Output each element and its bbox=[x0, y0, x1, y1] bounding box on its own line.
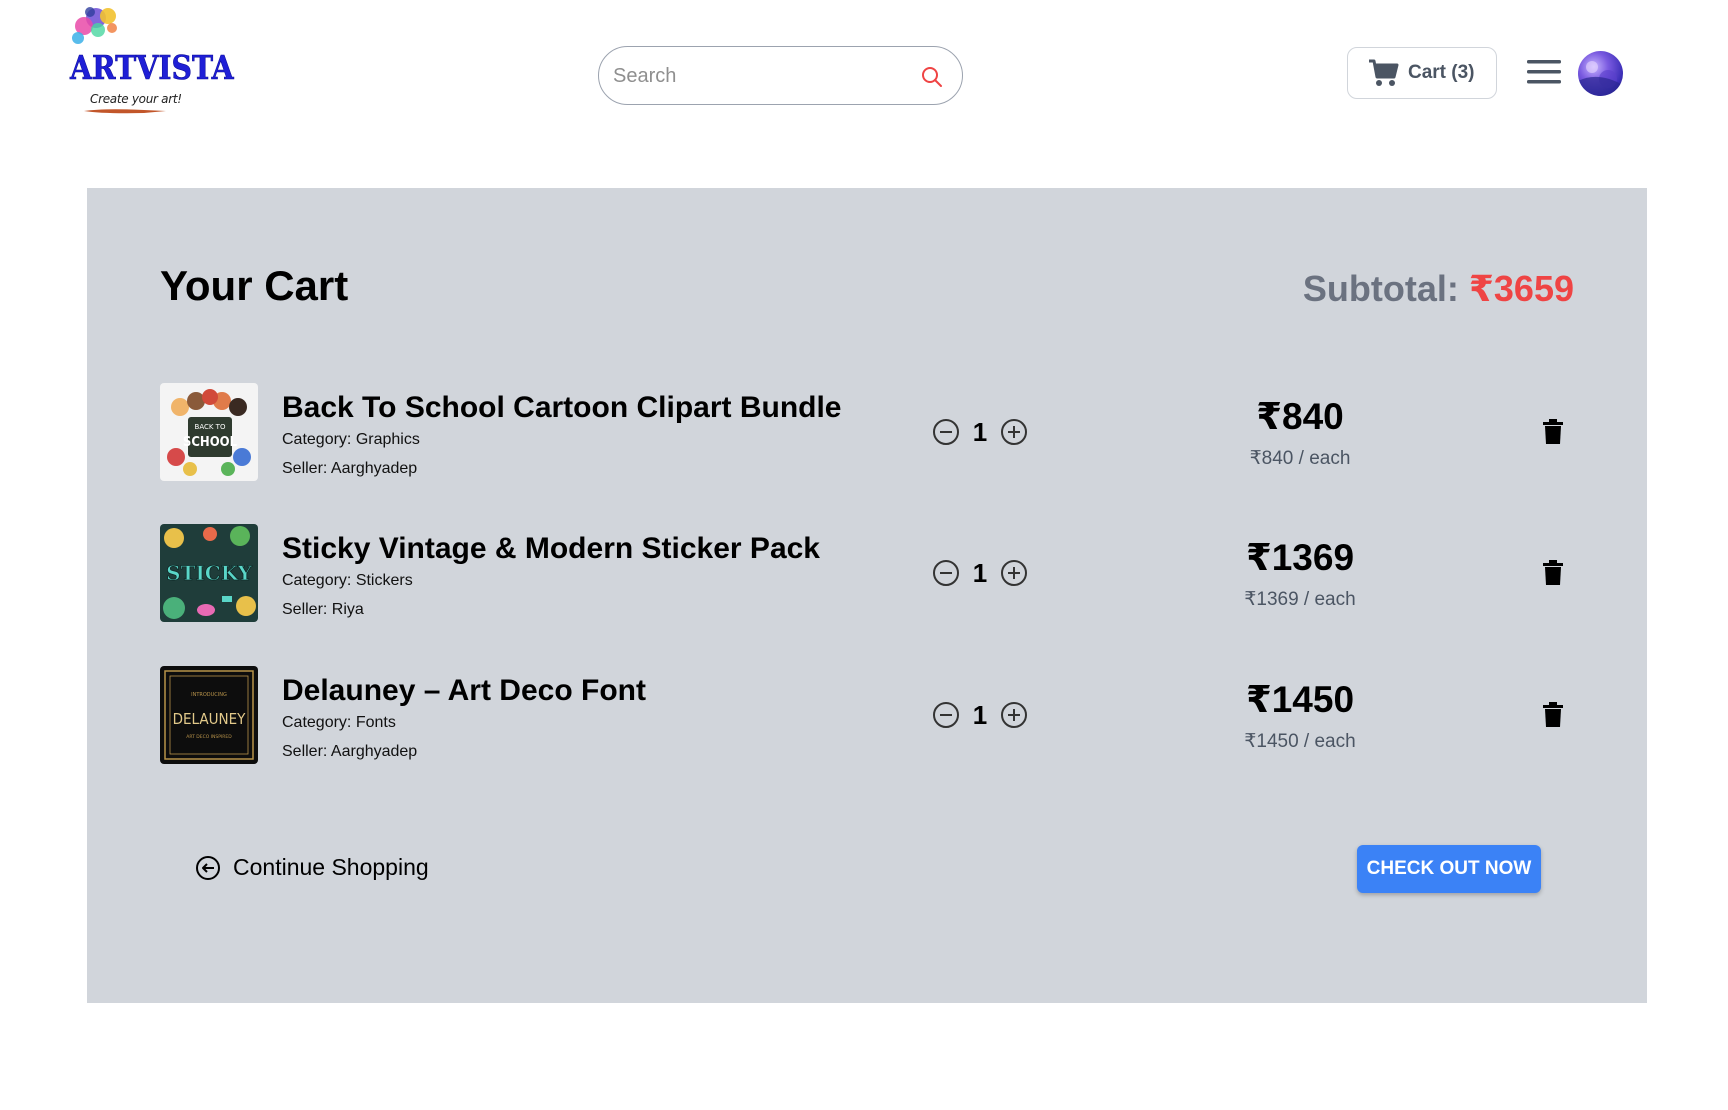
brand-tagline: Create your art! bbox=[90, 92, 182, 106]
minus-circle-icon[interactable] bbox=[932, 418, 960, 446]
quantity-value: 1 bbox=[972, 699, 988, 730]
plus-circle-icon[interactable] bbox=[1000, 701, 1028, 729]
quantity-value: 1 bbox=[972, 416, 988, 447]
site-header: ARTVISTA Create your art! Cart (3) bbox=[0, 0, 1728, 130]
minus-circle-icon[interactable] bbox=[932, 559, 960, 587]
item-price: ₹1450 bbox=[1245, 679, 1355, 720]
arrow-left-circle-icon bbox=[196, 855, 220, 880]
product-name[interactable]: Sticky Vintage & Modern Sticker Pack bbox=[282, 532, 820, 566]
page-title: Your Cart bbox=[160, 262, 349, 309]
quantity-value: 1 bbox=[972, 557, 988, 588]
minus-circle-icon[interactable] bbox=[932, 701, 960, 729]
checkout-button[interactable]: CHECK OUT NOW bbox=[1357, 845, 1541, 893]
thumb-text-delauney: DELAUNEY bbox=[173, 710, 247, 728]
cart-panel: Your Cart Subtotal: ₹3659 BACK TO SCHOOL… bbox=[87, 188, 1647, 1003]
thumb-text-sub: ART DECO INSPIRED bbox=[186, 734, 232, 740]
item-price: ₹1369 bbox=[1245, 537, 1355, 578]
item-price-each: ₹1369 / each bbox=[1244, 589, 1356, 610]
search-icon[interactable] bbox=[920, 65, 944, 89]
brand-logo[interactable]: ARTVISTA Create your art! bbox=[66, 4, 234, 116]
back-to-school-image-icon: BACK TO SCHOOL bbox=[160, 383, 258, 481]
trash-icon[interactable] bbox=[1542, 702, 1564, 728]
product-seller: Seller: Riya bbox=[282, 601, 364, 618]
cart-item: BACK TO SCHOOL Back To School Cartoon Cl… bbox=[160, 383, 1580, 483]
trash-icon[interactable] bbox=[1542, 560, 1564, 586]
item-price: ₹840 bbox=[1256, 396, 1344, 437]
item-price-each: ₹840 / each bbox=[1249, 448, 1351, 469]
product-name[interactable]: Back To School Cartoon Clipart Bundle bbox=[282, 391, 841, 425]
paintbrush-icon bbox=[84, 109, 166, 114]
subtotal: Subtotal: ₹3659 bbox=[1303, 268, 1574, 310]
cart-label: Cart (3) bbox=[1408, 62, 1475, 83]
quantity-stepper: 1 bbox=[932, 700, 1032, 730]
cart-button[interactable]: Cart (3) bbox=[1347, 47, 1497, 99]
product-category: Category: Stickers bbox=[282, 572, 413, 589]
search-input[interactable] bbox=[613, 59, 903, 93]
thumb-text-intro: INTRODUCING bbox=[191, 692, 227, 698]
user-avatar[interactable] bbox=[1578, 51, 1623, 96]
trash-icon[interactable] bbox=[1542, 419, 1564, 445]
product-seller: Seller: Aarghyadep bbox=[282, 460, 418, 477]
thumb-text-school: SCHOOL bbox=[183, 435, 238, 450]
product-thumbnail[interactable]: INTRODUCING DELAUNEY ART DECO INSPIRED bbox=[160, 666, 258, 764]
continue-shopping-label: Continue Shopping bbox=[233, 854, 429, 880]
avatar-image-icon bbox=[1578, 61, 1623, 96]
delauney-font-image-icon: INTRODUCING DELAUNEY ART DECO INSPIRED bbox=[160, 666, 258, 764]
sticker-pack-image-icon: STICKY bbox=[160, 524, 258, 622]
hamburger-menu-icon[interactable] bbox=[1526, 58, 1562, 86]
cart-item: INTRODUCING DELAUNEY ART DECO INSPIRED D… bbox=[160, 666, 1580, 766]
quantity-stepper: 1 bbox=[932, 417, 1032, 447]
subtotal-label: Subtotal: bbox=[1302, 268, 1469, 309]
product-thumbnail[interactable]: BACK TO SCHOOL bbox=[160, 383, 258, 481]
product-category: Category: Graphics bbox=[282, 431, 420, 448]
paint-splash-icon bbox=[72, 7, 117, 44]
continue-shopping-link[interactable]: Continue Shopping bbox=[195, 854, 429, 881]
cart-item: STICKY Sticky Vintage & Modern Sticker P… bbox=[160, 524, 1580, 624]
thumb-text-sticky: STICKY bbox=[166, 561, 252, 585]
subtotal-value: ₹3659 bbox=[1468, 268, 1574, 309]
item-price-each: ₹1450 / each bbox=[1244, 731, 1356, 752]
product-category: Category: Fonts bbox=[282, 714, 396, 731]
cart-icon bbox=[1369, 59, 1399, 86]
plus-circle-icon[interactable] bbox=[1000, 418, 1028, 446]
product-thumbnail[interactable]: STICKY bbox=[160, 524, 258, 622]
product-seller: Seller: Aarghyadep bbox=[282, 743, 418, 760]
plus-circle-icon[interactable] bbox=[1000, 559, 1028, 587]
thumb-text-small: BACK TO bbox=[195, 423, 226, 431]
search-bar bbox=[598, 46, 963, 105]
product-name[interactable]: Delauney – Art Deco Font bbox=[282, 674, 646, 708]
brand-name: ARTVISTA bbox=[70, 48, 234, 88]
quantity-stepper: 1 bbox=[932, 558, 1032, 588]
